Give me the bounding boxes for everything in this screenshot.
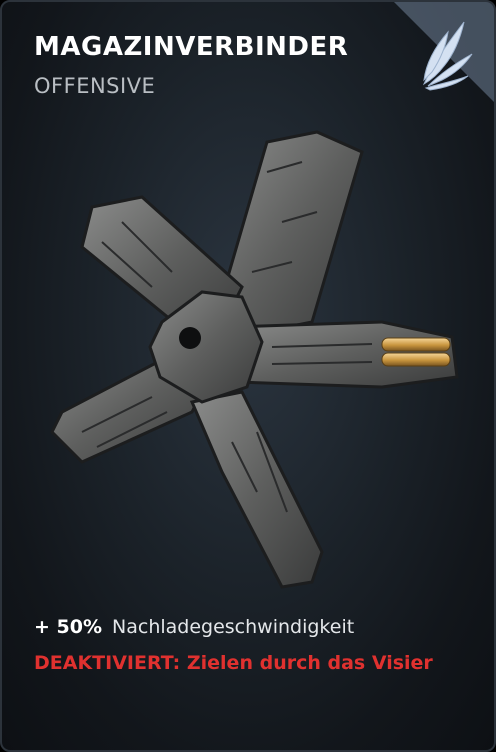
wing-icon: [422, 21, 473, 91]
perk-card[interactable]: MAGAZINVERBINDER OFFENSIVE + 50% Nachlad…: [0, 0, 496, 752]
item-category: OFFENSIVE: [34, 74, 156, 98]
bonus-label: Nachladegeschwindigkeit: [112, 616, 355, 638]
bonus-row: + 50% Nachladegeschwindigkeit: [34, 616, 474, 638]
bonus-value: + 50%: [34, 616, 103, 638]
stats-panel: + 50% Nachladegeschwindigkeit DEAKTIVIERT…: [34, 616, 474, 679]
item-title: MAGAZINVERBINDER: [34, 32, 349, 62]
disabled-text: DEAKTIVIERT: Zielen durch das Visier: [34, 652, 433, 674]
magazine-coupler-artwork: [50, 130, 459, 589]
